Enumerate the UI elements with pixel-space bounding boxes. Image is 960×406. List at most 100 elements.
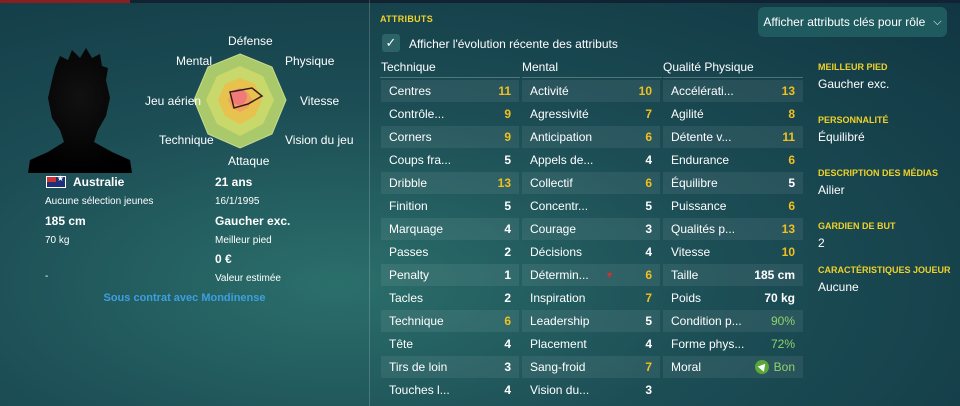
attribute-row[interactable]: Inspiration 7	[522, 287, 660, 309]
evolution-checkbox[interactable]: ✓	[382, 34, 400, 52]
attribute-row[interactable]: Détermin... ▼ 6	[522, 264, 660, 286]
thumb-icon	[754, 360, 769, 375]
attribute-name: Penalty	[389, 268, 430, 282]
attribute-row[interactable]: Anticipation 6	[522, 126, 660, 148]
radar-label-vision: Vision du jeu	[285, 133, 354, 147]
role-attributes-dropdown[interactable]: Afficher attributs clés pour rôle ⌵	[758, 7, 947, 37]
attribute-row[interactable]: Activité 10	[522, 80, 660, 102]
preferred-foot-label: Meilleur pied	[215, 235, 272, 246]
attribute-value: 2	[504, 291, 511, 305]
column-header-physique: Qualité Physique	[663, 60, 754, 74]
attribute-value: 10	[781, 245, 795, 259]
info-title: DESCRIPTION DES MÉDIAS	[818, 168, 939, 178]
info-title: CARACTÉRISTIQUES JOUEUR	[818, 265, 951, 275]
contract-status[interactable]: Sous contrat avec Mondinense	[0, 292, 369, 304]
attribute-name: Anticipation	[530, 130, 593, 144]
attribute-value: 13	[497, 176, 511, 190]
info-title: MEILLEUR PIED	[818, 62, 888, 72]
attribute-row[interactable]: Appels de... 4	[522, 149, 660, 171]
attribute-row[interactable]: Dribble 13	[381, 172, 519, 194]
attribute-row[interactable]: Marquage 4	[381, 218, 519, 240]
attribute-row[interactable]: Finition 5	[381, 195, 519, 217]
attribute-row[interactable]: Courage 3	[522, 218, 660, 240]
attribute-value: 9	[504, 107, 511, 121]
radar-label-technique: Technique	[159, 133, 214, 147]
attribute-row[interactable]: Concentr... 5	[522, 195, 660, 217]
attribute-name: Qualités p...	[671, 222, 736, 236]
attribute-row[interactable]: Centres 11	[381, 80, 519, 102]
attribute-row[interactable]: Accélérati... 13	[663, 80, 803, 102]
attribute-row[interactable]: Décisions 4	[522, 241, 660, 263]
attribute-row[interactable]: Vitesse 10	[663, 241, 803, 263]
column-header-underline	[522, 77, 662, 78]
info-value: Aucune	[818, 280, 859, 294]
attribute-name: Agilité	[671, 107, 704, 121]
chevron-down-icon: ⌵	[933, 15, 942, 28]
attribute-value: 6	[645, 130, 652, 144]
attribute-row[interactable]: Agilité 8	[663, 103, 803, 125]
attribute-row[interactable]: Passes 2	[381, 241, 519, 263]
attribute-row[interactable]: Tête 4	[381, 333, 519, 355]
attribute-name: Forme phys...	[671, 337, 745, 351]
attribute-row[interactable]: Technique 6	[381, 310, 519, 332]
attribute-value: 11	[498, 84, 511, 98]
attribute-row[interactable]: Endurance 6	[663, 149, 803, 171]
attribute-value: 4	[504, 222, 511, 236]
attribute-value: 7	[645, 107, 652, 121]
attribute-row[interactable]: Tirs de loin 3	[381, 356, 519, 378]
youth-caps: Aucune sélection jeunes	[45, 196, 154, 207]
attribute-value: 5	[788, 176, 795, 190]
attribute-name: Tirs de loin	[389, 360, 448, 374]
info-value: Gaucher exc.	[818, 77, 890, 91]
attribute-row[interactable]: Poids 70 kg	[663, 287, 803, 309]
attribute-row[interactable]: Placement 4	[522, 333, 660, 355]
attribute-row[interactable]: Agressivité 7	[522, 103, 660, 125]
attribute-value: 8	[788, 107, 795, 121]
column-header-mental: Mental	[522, 60, 559, 74]
attribute-row[interactable]: Condition p... 90%	[663, 310, 803, 332]
attribute-value: 10	[638, 84, 652, 98]
attribute-name: Équilibre	[671, 176, 718, 190]
attribute-row[interactable]: Coups fra... 5	[381, 149, 519, 171]
attribute-value: 13	[781, 222, 795, 236]
attribute-value: 4	[504, 337, 511, 351]
attribute-row[interactable]: Qualités p... 13	[663, 218, 803, 240]
attribute-row[interactable]: Puissance 6	[663, 195, 803, 217]
attribute-row[interactable]: Forme phys... 72%	[663, 333, 803, 355]
attribute-row[interactable]: Détente v... 11	[663, 126, 803, 148]
attribute-name: Courage	[530, 222, 577, 236]
attribute-row[interactable]: Taille 185 cm	[663, 264, 803, 286]
attribute-row[interactable]: Corners 9	[381, 126, 519, 148]
attribute-row[interactable]: Penalty 1	[381, 264, 519, 286]
attribute-name: Coups fra...	[389, 153, 452, 167]
attribute-value: 5	[504, 199, 511, 213]
attribute-row[interactable]: Moral Bon	[663, 356, 803, 378]
attribute-row[interactable]: Équilibre 5	[663, 172, 803, 194]
attribute-name: Tacles	[389, 291, 424, 305]
info-value: 2	[818, 236, 825, 250]
age: 21 ans	[215, 175, 253, 189]
radar-label-defense: Défense	[228, 34, 273, 48]
attribute-value: 6	[504, 314, 511, 328]
attribute-row[interactable]: Tacles 2	[381, 287, 519, 309]
attribute-name: Technique	[389, 314, 444, 328]
nationality[interactable]: Australie	[73, 175, 124, 189]
attribute-value: 70 kg	[764, 291, 795, 305]
attribute-row[interactable]: Contrôle... 9	[381, 103, 519, 125]
attribute-name: Passes	[389, 245, 429, 259]
attribute-row[interactable]: Vision du... 3	[522, 379, 660, 401]
attribute-row[interactable]: Sang-froid 7	[522, 356, 660, 378]
attribute-row[interactable]: Leadership 5	[522, 310, 660, 332]
attribute-row[interactable]: Touches l... 4	[381, 379, 519, 401]
attribute-row[interactable]: Collectif 6	[522, 172, 660, 194]
radar-label-vitesse: Vitesse	[300, 94, 340, 108]
attribute-value: 185 cm	[754, 268, 795, 282]
evolution-checkbox-label[interactable]: Afficher l'évolution récente des attribu…	[409, 37, 618, 51]
attribute-value: 7	[645, 291, 652, 305]
attribute-name: Contrôle...	[389, 107, 445, 121]
attribute-value: 90%	[770, 314, 795, 328]
radar-label-mental: Mental	[176, 54, 213, 68]
attribute-value: 6	[788, 153, 795, 167]
attribute-value: 3	[645, 383, 652, 397]
attribute-name: Touches l...	[389, 383, 450, 397]
